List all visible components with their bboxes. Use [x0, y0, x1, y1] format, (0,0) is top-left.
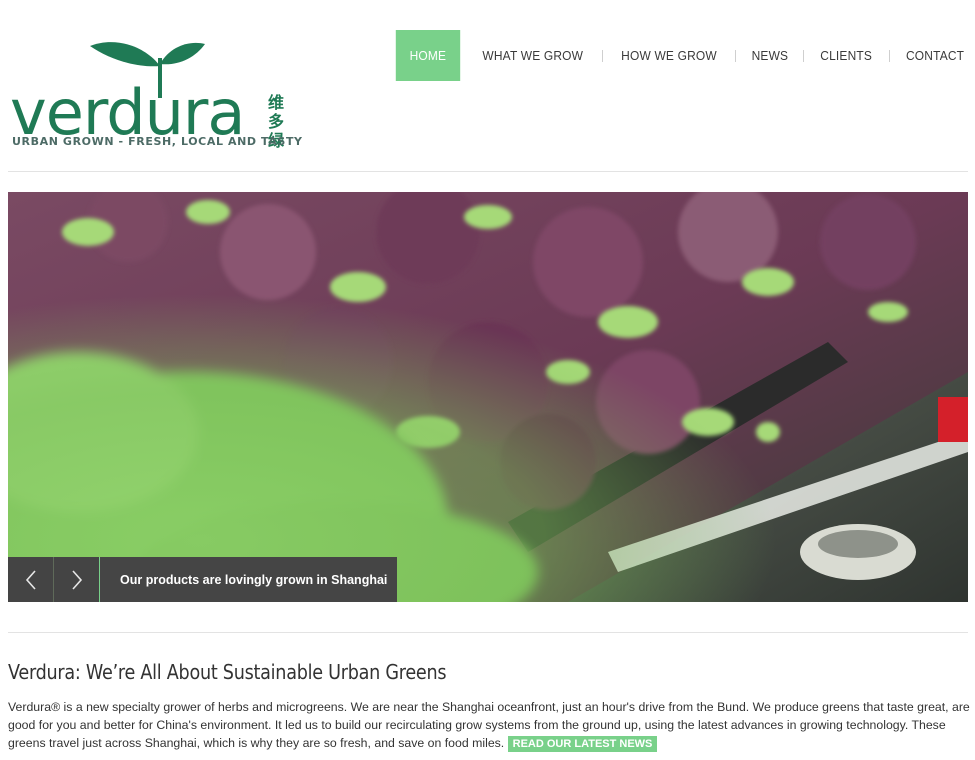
- nav-how-we-grow[interactable]: HOW WE GROW: [608, 30, 729, 81]
- microgreens-photo: [8, 192, 968, 602]
- slide-caption-bar: Our products are lovingly grown in Shang…: [8, 557, 397, 602]
- header-divider: [8, 171, 968, 172]
- nav-divider: [888, 30, 890, 81]
- main-nav: HOME WHAT WE GROW HOW WE GROW NEWS CLIEN…: [393, 30, 967, 81]
- slide-caption: Our products are lovingly grown in Shang…: [100, 557, 397, 602]
- logo-tagline: URBAN GROWN - FRESH, LOCAL AND TASTY: [12, 135, 303, 148]
- nav-contact[interactable]: CONTACT: [893, 30, 964, 81]
- hero-slider[interactable]: Our products are lovingly grown in Shang…: [8, 192, 968, 602]
- nav-home[interactable]: HOME: [396, 30, 461, 81]
- nav-clients[interactable]: CLIENTS: [808, 30, 886, 81]
- chevron-right-icon: [71, 569, 82, 590]
- intro-title: Verdura: We’re All About Sustainable Urb…: [8, 660, 447, 684]
- intro-paragraph: Verdura® is a new specialty grower of he…: [8, 698, 970, 752]
- nav-divider: [601, 30, 603, 81]
- chevron-left-icon: [25, 569, 36, 590]
- nav-divider: [803, 30, 805, 81]
- read-latest-news-button[interactable]: READ OUR LATEST NEWS: [507, 736, 658, 752]
- verdura-logo[interactable]: verdura 维 多 绿 URBAN GROWN - FRESH, LOCAL…: [10, 38, 302, 153]
- site-header: verdura 维 多 绿 URBAN GROWN - FRESH, LOCAL…: [0, 0, 975, 172]
- nav-news[interactable]: NEWS: [738, 30, 800, 81]
- nav-divider: [734, 30, 736, 81]
- slider-next-button[interactable]: [54, 557, 100, 602]
- nav-what-we-grow[interactable]: WHAT WE GROW: [470, 30, 597, 81]
- content-divider: [8, 632, 968, 633]
- slider-prev-button[interactable]: [8, 557, 54, 602]
- intro-body: Verdura® is a new specialty grower of he…: [8, 700, 970, 750]
